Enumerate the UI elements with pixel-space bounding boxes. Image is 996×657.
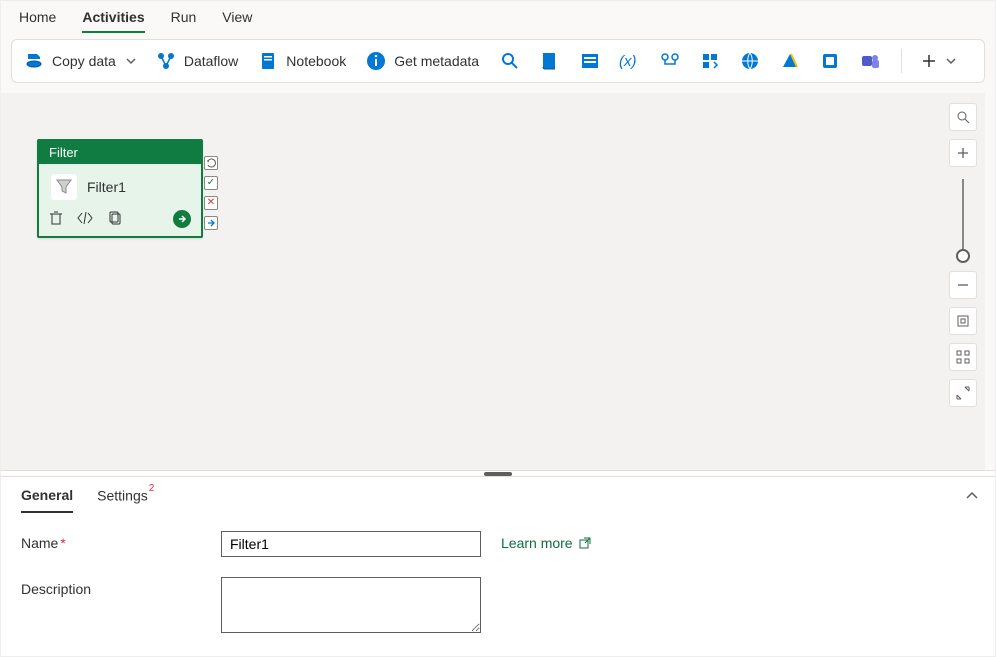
activity-type-label: Filter [39,141,201,164]
lookup-icon[interactable] [499,50,521,72]
office-icon[interactable] [819,50,841,72]
notebook-button[interactable]: Notebook [258,51,346,71]
get-metadata-button[interactable]: Get metadata [366,51,479,71]
port-failure[interactable]: ✕ [204,196,218,210]
copy-data-icon [24,51,44,71]
variable-icon[interactable]: (x) [619,50,641,72]
chevron-down-icon [946,56,956,66]
copy-icon[interactable] [107,211,121,228]
properties-panel: General Settings2 Name* Learn more Descr… [1,476,995,656]
dataflow-button[interactable]: Dataflow [156,51,238,71]
run-activity-icon[interactable] [173,210,191,228]
activities-toolbar: Copy data Dataflow Notebook Get metadata… [11,39,985,83]
activity-output-ports: ✓ ✕ [204,156,218,230]
filter-icon [51,174,77,200]
dataflow-icon [156,51,176,71]
fit-to-screen-icon[interactable] [949,307,977,335]
panel-tab-settings[interactable]: Settings2 [97,487,153,513]
panel-tab-general[interactable]: General [21,487,73,513]
web-icon[interactable] [739,50,761,72]
auto-align-icon[interactable] [949,343,977,371]
tab-activities[interactable]: Activities [82,9,144,33]
port-success[interactable]: ✓ [204,176,218,190]
fullscreen-icon[interactable] [949,379,977,407]
toolbar-icon-row: (x) [499,50,881,72]
settings-error-badge: 2 [149,483,155,494]
menu-bar: Home Activities Run View [1,1,995,33]
activity-node-filter1[interactable]: Filter Filter1 ✓ ✕ [37,139,203,238]
svg-text:(x): (x) [619,53,637,70]
external-link-icon [579,537,591,549]
teams-icon[interactable] [859,50,881,72]
tab-view[interactable]: View [222,9,252,33]
learn-more-link[interactable]: Learn more [501,531,975,551]
name-input[interactable] [221,531,481,557]
port-skip[interactable] [204,216,218,230]
tab-run[interactable]: Run [171,9,197,33]
copy-data-button[interactable]: Copy data [24,51,136,71]
script-icon[interactable] [539,50,561,72]
azure-icon[interactable] [779,50,801,72]
name-field-label: Name* [21,531,221,551]
zoom-out-icon[interactable] [949,271,977,299]
activity-name-label: Filter1 [87,179,126,195]
chevron-down-icon [126,56,136,66]
pipeline-canvas[interactable]: Filter Filter1 ✓ ✕ [1,93,985,470]
tab-home[interactable]: Home [19,9,56,33]
info-icon [366,51,386,71]
port-completion[interactable] [204,156,218,170]
delete-activity-icon[interactable] [49,211,63,228]
notebook-icon [258,51,278,71]
notebook-label: Notebook [286,53,346,69]
description-input[interactable] [221,577,481,633]
zoom-slider[interactable] [962,179,964,259]
code-icon[interactable] [77,211,93,227]
add-activity-button[interactable] [922,54,956,68]
get-metadata-label: Get metadata [394,53,479,69]
canvas-sidetools [949,103,977,407]
pipeline-icon[interactable] [659,50,681,72]
zoom-in-icon[interactable] [949,139,977,167]
plus-icon [922,54,936,68]
zoom-slider-thumb[interactable] [956,249,970,263]
functions-icon[interactable] [699,50,721,72]
toolbar-separator [901,49,902,73]
description-field-label: Description [21,577,221,597]
collapse-panel-icon[interactable] [965,489,979,506]
dataflow-label: Dataflow [184,53,238,69]
stored-proc-icon[interactable] [579,50,601,72]
canvas-search-icon[interactable] [949,103,977,131]
copy-data-label: Copy data [52,53,116,69]
